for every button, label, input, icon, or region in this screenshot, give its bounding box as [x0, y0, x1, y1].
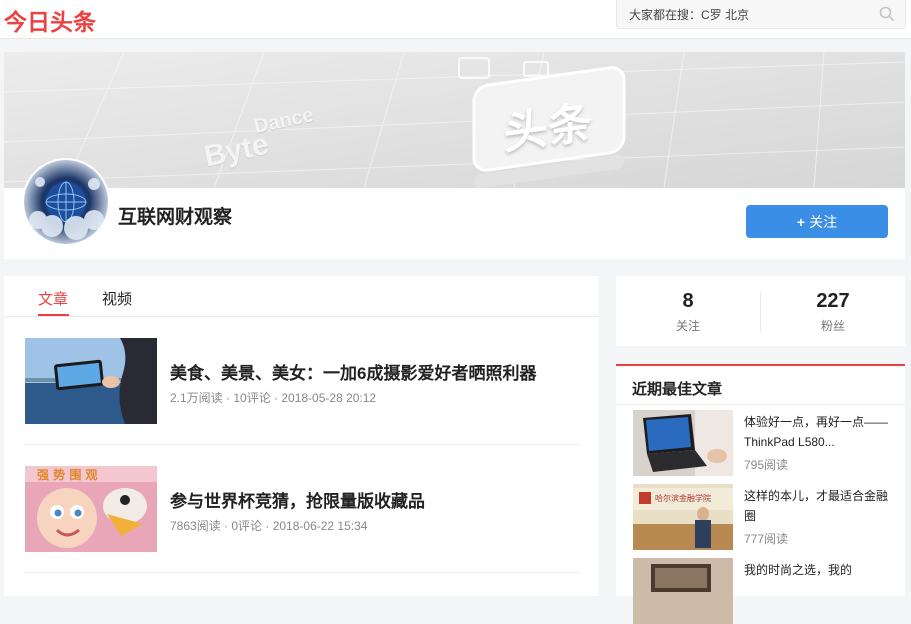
- content-tabs: 文章 视频: [4, 276, 599, 317]
- best-article-thumbnail[interactable]: [633, 410, 733, 476]
- article-divider: [25, 444, 580, 445]
- stats-card: 8 关注 227 粉丝: [616, 276, 905, 346]
- best-article-title[interactable]: 这样的本儿，才最适合金融圈: [744, 486, 894, 526]
- profile-card: Dance Byte 头条 互联网财观察 + 关注: [4, 52, 905, 259]
- best-articles-heading: 近期最佳文章: [632, 381, 723, 398]
- article-meta: 7863阅读 · 0评论 · 2018-06-22 15:34: [170, 519, 368, 533]
- fans-stat[interactable]: 227 粉丝: [761, 290, 905, 334]
- best-articles-divider: [616, 404, 905, 405]
- globe-network-icon: [29, 177, 104, 240]
- plus-icon: +: [796, 213, 806, 230]
- article-item[interactable]: 美食、美景、美女：一加6成摄影爱好者晒照利器 2.1万阅读 · 10评论 · 2…: [25, 338, 580, 424]
- following-label: 关注: [675, 319, 700, 333]
- profile-banner: Dance Byte 头条: [4, 52, 905, 188]
- best-article-thumbnail[interactable]: [633, 558, 733, 624]
- article-title[interactable]: 参与世界杯竞猜，抢限量版收藏品: [170, 487, 425, 512]
- banner-graphic: [4, 52, 905, 188]
- follow-button-label: 关注: [809, 213, 838, 230]
- svg-text:强 势 围 观: 强 势 围 观: [37, 467, 98, 482]
- top-bar: 今日头条 大家都在搜：C罗 北京: [0, 0, 911, 39]
- article-item[interactable]: 强 势 围 观 参与世界杯竞猜，抢限量版收藏品 7863阅读 · 0评论 · 2…: [25, 466, 580, 552]
- best-article-thumbnail[interactable]: 哈尔滨金融学院: [633, 484, 733, 550]
- active-tab-indicator: [38, 314, 69, 316]
- account-name: 互联网财观察: [118, 207, 233, 228]
- article-list-panel: 文章 视频 美食、美景、美女：一加6成摄影爱好者晒照利器 2.1万阅读 · 10…: [4, 276, 599, 596]
- best-article-reads: 777阅读: [744, 532, 789, 546]
- article-divider: [25, 572, 580, 573]
- best-article-item[interactable]: 哈尔滨金融学院 这样的本儿，才最适合金融圈 777阅读: [633, 484, 898, 550]
- article-thumbnail[interactable]: 强 势 围 观: [25, 466, 157, 552]
- article-meta: 2.1万阅读 · 10评论 · 2018-05-28 20:12: [170, 391, 377, 405]
- best-article-item[interactable]: 我的时尚之选，我的: [633, 558, 898, 624]
- best-article-item[interactable]: 体验好一点，再好一点——ThinkPad L580... 795阅读: [633, 410, 898, 476]
- tab-videos[interactable]: 视频: [102, 288, 132, 309]
- search-box[interactable]: 大家都在搜：C罗 北京: [616, 0, 906, 29]
- tab-articles[interactable]: 文章: [38, 288, 68, 309]
- following-stat[interactable]: 8 关注: [616, 290, 760, 334]
- best-articles-card: 近期最佳文章 体验好一点，再好一点——ThinkPad L580... 795阅…: [616, 364, 905, 624]
- avatar[interactable]: [22, 158, 110, 246]
- fans-count: 227: [816, 290, 850, 312]
- search-icon[interactable]: [879, 6, 895, 27]
- article-thumbnail[interactable]: [25, 338, 157, 424]
- banner-logo-text: 头条: [504, 97, 592, 160]
- follow-button[interactable]: + 关注: [746, 205, 888, 238]
- svg-text:哈尔滨金融学院: 哈尔滨金融学院: [655, 493, 711, 503]
- best-article-reads: 795阅读: [744, 458, 789, 472]
- best-article-title[interactable]: 我的时尚之选，我的: [744, 560, 894, 580]
- search-placeholder[interactable]: 大家都在搜：C罗 北京: [629, 6, 749, 23]
- site-logo[interactable]: 今日头条: [4, 3, 96, 37]
- fans-label: 粉丝: [820, 319, 845, 333]
- best-article-title[interactable]: 体验好一点，再好一点——ThinkPad L580...: [744, 412, 894, 452]
- following-count: 8: [682, 290, 694, 312]
- article-title[interactable]: 美食、美景、美女：一加6成摄影爱好者晒照利器: [170, 359, 536, 384]
